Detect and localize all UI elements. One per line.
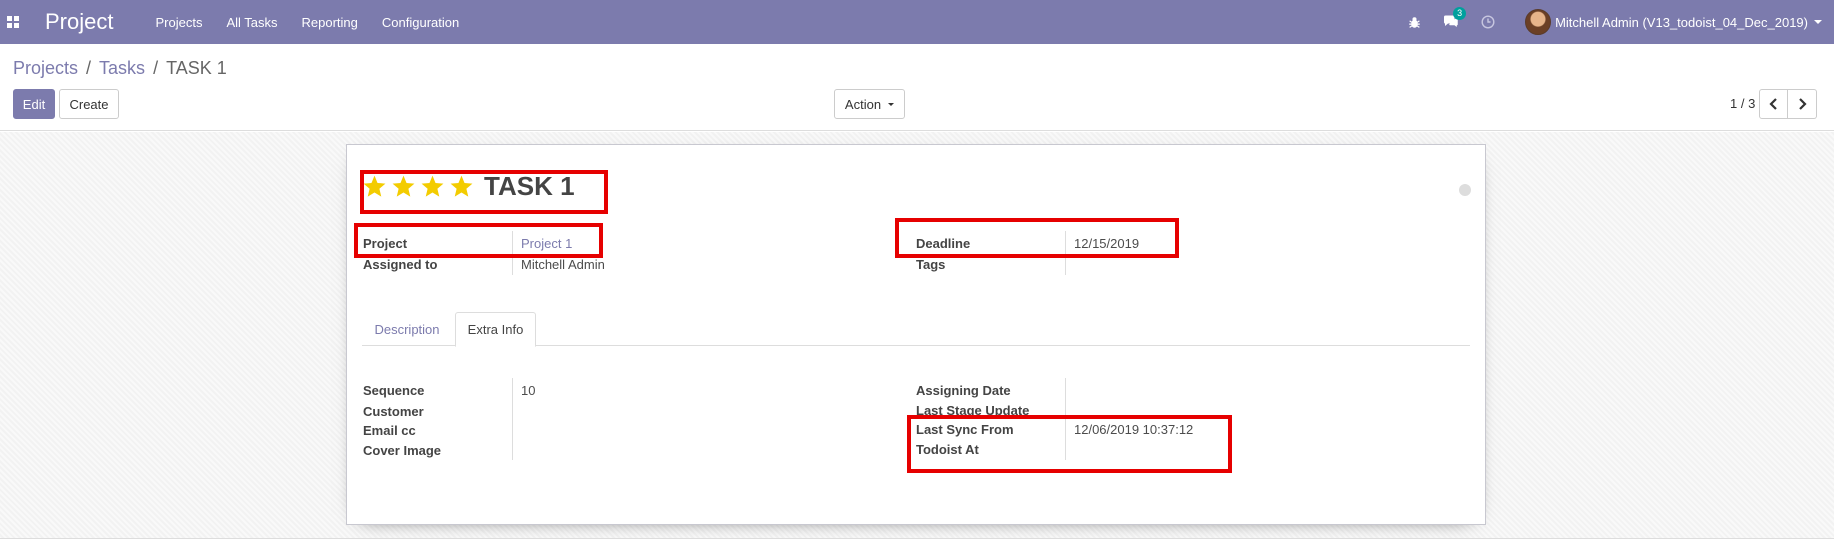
- last-sync-label-line2: Todoist At: [916, 442, 979, 457]
- breadcrumb-projects[interactable]: Projects: [13, 58, 78, 79]
- assigned-to-label: Assigned to: [363, 257, 438, 272]
- field-divider: [512, 231, 513, 275]
- email-cc-label: Email cc: [363, 423, 416, 438]
- action-dropdown-button[interactable]: Action: [834, 89, 905, 119]
- field-divider: [1065, 378, 1066, 460]
- project-link[interactable]: Project 1: [521, 236, 572, 251]
- assigned-to-value[interactable]: Mitchell Admin: [521, 257, 605, 272]
- chat-icon[interactable]: 3: [1443, 7, 1467, 29]
- last-sync-value: 12/06/2019 10:37:12: [1074, 422, 1194, 437]
- menu-projects[interactable]: Projects: [155, 15, 202, 30]
- menu-configuration[interactable]: Configuration: [382, 15, 459, 30]
- assigning-date-label: Assigning Date: [916, 383, 1011, 398]
- chevron-right-icon: [1798, 98, 1807, 110]
- action-label: Action: [844, 96, 882, 112]
- priority-star-icon[interactable]: [362, 174, 387, 199]
- priority-star-icon[interactable]: [420, 174, 445, 199]
- apps-grid-icon: [7, 16, 19, 28]
- field-divider: [512, 378, 513, 460]
- app-name: Project: [45, 9, 114, 34]
- breadcrumb-current: TASK 1: [166, 58, 227, 78]
- pager-previous-button[interactable]: [1759, 89, 1788, 119]
- kanban-state-indicator[interactable]: [1459, 184, 1471, 196]
- clock-icon[interactable]: [1481, 15, 1495, 29]
- task-title-row: TASK 1: [362, 171, 575, 202]
- form-sheet: TASK 1 Project Project 1 Assigned to Mit…: [346, 144, 1486, 525]
- edit-button[interactable]: Edit: [13, 89, 55, 119]
- navbar-systray: 3 Mitchell Admin (V13_todoist_04_Dec_201…: [1408, 0, 1834, 44]
- tab-description[interactable]: Description: [362, 312, 452, 347]
- create-button[interactable]: Create: [59, 89, 119, 119]
- menu-all-tasks[interactable]: All Tasks: [226, 15, 277, 30]
- deadline-value[interactable]: 12/15/2019: [1074, 236, 1139, 251]
- priority-star-icon[interactable]: [391, 174, 416, 199]
- notebook-tabs: Description Extra Info: [362, 312, 1470, 347]
- tab-extra-info[interactable]: Extra Info: [455, 312, 536, 347]
- cover-image-label: Cover Image: [363, 443, 442, 458]
- pager-next-button[interactable]: [1788, 89, 1817, 119]
- customer-label: Customer: [363, 404, 424, 419]
- sequence-value[interactable]: 10: [521, 383, 535, 398]
- chevron-left-icon: [1769, 98, 1777, 110]
- user-name: Mitchell Admin (V13_todoist_04_Dec_2019): [1555, 14, 1808, 30]
- breadcrumb-tasks[interactable]: Tasks: [99, 58, 145, 79]
- bug-icon[interactable]: [1408, 16, 1421, 29]
- pager-value[interactable]: 1 / 3: [1730, 96, 1755, 111]
- apps-menu-button[interactable]: [0, 0, 26, 44]
- last-sync-label-line1: Last Sync From: [916, 422, 1014, 437]
- chevron-down-icon: [1814, 20, 1822, 24]
- project-label: Project: [363, 236, 408, 251]
- deadline-label: Deadline: [916, 236, 971, 251]
- chat-counter-badge: 3: [1453, 7, 1467, 20]
- breadcrumb: Projects / Tasks / TASK 1: [13, 58, 227, 79]
- user-menu[interactable]: Mitchell Admin (V13_todoist_04_Dec_2019): [1525, 9, 1822, 35]
- last-stage-update-label: Last Stage Update: [916, 403, 1030, 418]
- menu-reporting[interactable]: Reporting: [302, 15, 358, 30]
- avatar: [1525, 9, 1552, 35]
- tags-label: Tags: [916, 257, 946, 272]
- priority-star-icon[interactable]: [449, 174, 474, 199]
- caret-down-icon: [888, 102, 895, 106]
- breadcrumb-separator: /: [153, 58, 159, 78]
- control-panel: Projects / Tasks / TASK 1 Edit Create Ac…: [0, 44, 1834, 131]
- sequence-label: Sequence: [363, 383, 425, 398]
- breadcrumb-separator: /: [86, 58, 92, 78]
- top-navbar: Project Projects All Tasks Reporting Con…: [0, 0, 1834, 44]
- task-name[interactable]: TASK 1: [484, 171, 575, 202]
- field-divider: [1065, 231, 1066, 275]
